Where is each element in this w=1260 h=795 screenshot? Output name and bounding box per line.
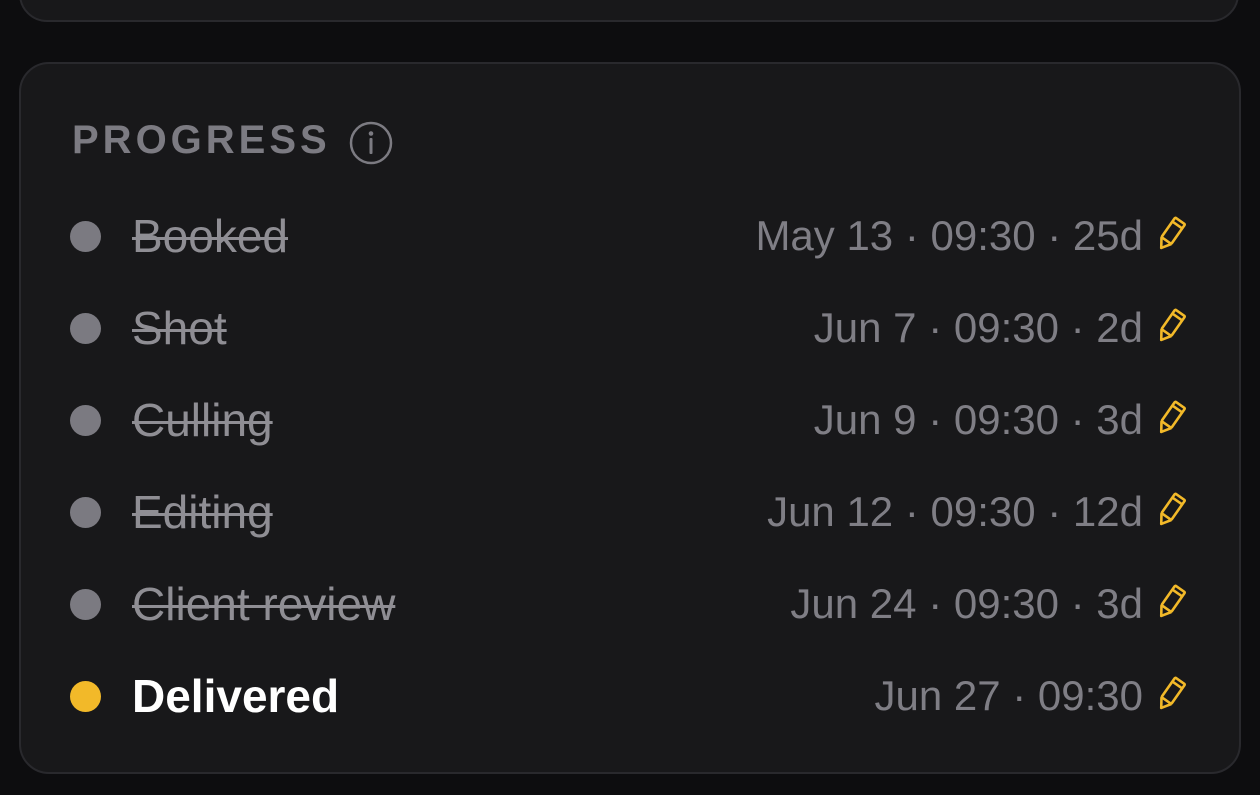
step-label: Editing <box>132 486 273 538</box>
pencil-icon[interactable] <box>1151 398 1191 438</box>
step-meta: May 13 · 09:30 · 25d <box>755 212 1143 259</box>
previous-card <box>19 0 1239 22</box>
status-dot <box>70 221 101 252</box>
progress-header: PROGRESS <box>72 118 392 164</box>
status-dot <box>70 313 101 344</box>
step-meta: Jun 7 · 09:30 · 2d <box>813 304 1143 351</box>
step-label: Booked <box>132 210 289 262</box>
info-icon[interactable] <box>349 121 392 164</box>
list-item: Booked May 13 · 09:30 · 25d <box>21 190 1239 282</box>
step-label-current: Delivered <box>132 670 340 722</box>
status-dot <box>70 497 101 528</box>
list-item: Delivered Jun 27 · 09:30 <box>21 650 1239 742</box>
pencil-icon[interactable] <box>1151 214 1191 254</box>
step-meta: Jun 24 · 09:30 · 3d <box>790 580 1143 627</box>
step-label: Client review <box>132 578 396 630</box>
status-dot <box>70 589 101 620</box>
status-dot <box>70 405 101 436</box>
step-label: Shot <box>132 302 227 354</box>
list-item: Client review Jun 24 · 09:30 · 3d <box>21 558 1239 650</box>
step-meta: Jun 9 · 09:30 · 3d <box>813 396 1143 443</box>
pencil-icon[interactable] <box>1151 582 1191 622</box>
pencil-icon[interactable] <box>1151 490 1191 530</box>
step-label: Culling <box>132 394 273 446</box>
pencil-icon[interactable] <box>1151 306 1191 346</box>
progress-card: PROGRESS Booked May 13 · 09:30 · 25d Sho… <box>19 62 1241 774</box>
section-title: PROGRESS <box>72 118 331 162</box>
step-meta: Jun 12 · 09:30 · 12d <box>767 488 1143 535</box>
list-item: Culling Jun 9 · 09:30 · 3d <box>21 374 1239 466</box>
status-dot-active <box>70 681 101 712</box>
pencil-icon[interactable] <box>1151 674 1191 714</box>
step-meta: Jun 27 · 09:30 <box>874 672 1143 719</box>
list-item: Editing Jun 12 · 09:30 · 12d <box>21 466 1239 558</box>
list-item: Shot Jun 7 · 09:30 · 2d <box>21 282 1239 374</box>
